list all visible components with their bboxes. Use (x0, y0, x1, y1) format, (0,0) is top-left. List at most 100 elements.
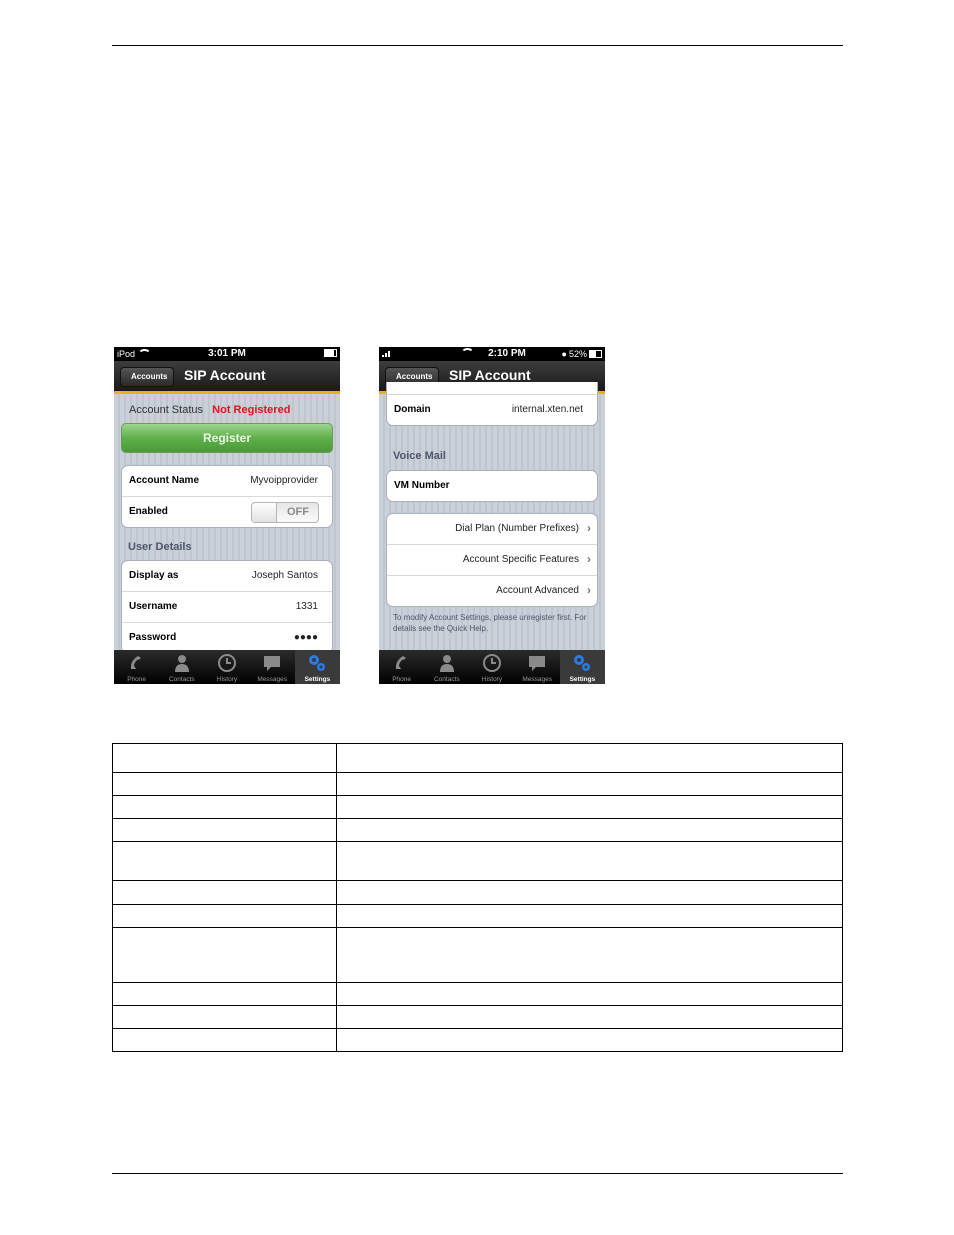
account-status-label: Account Status (129, 404, 203, 416)
password-row[interactable]: Password ●●●● (122, 623, 332, 653)
clock-icon (483, 654, 501, 672)
enabled-toggle[interactable]: OFF (251, 502, 319, 523)
settings-description-table (112, 743, 843, 1052)
screenshot-sip-account-1: iPod 3:01 PM Accounts SIP Account Accoun… (114, 347, 340, 684)
tab-phone[interactable]: Phone (379, 650, 424, 684)
account-status-value: Not Registered (212, 404, 291, 416)
table-cell-setting (112, 743, 337, 773)
lock-rotation-icon: ● (561, 349, 567, 359)
phone-icon (395, 656, 406, 669)
footer-rule (112, 1173, 843, 1174)
user-details-header: User Details (128, 541, 192, 553)
account-specific-features-item[interactable]: Account Specific Features › (387, 545, 597, 576)
domain-value: internal.xten.net (511, 404, 583, 415)
table-row (112, 772, 843, 796)
table-row (112, 927, 843, 983)
table-cell-setting (112, 818, 337, 842)
battery-icon (324, 349, 337, 357)
table-row (112, 841, 843, 881)
table-cell-description (336, 880, 843, 905)
status-bar: iPod 3:01 PM (114, 347, 340, 361)
table-row (112, 818, 843, 842)
chevron-right-icon: › (587, 552, 591, 566)
server-group: Domain internal.xten.net (386, 382, 598, 426)
table-cell-setting (112, 1028, 337, 1052)
status-bar: 2:10 PM ● 52% (379, 347, 605, 361)
wifi-icon (461, 348, 475, 359)
battery-percent: 52% (568, 349, 587, 359)
domain-row[interactable]: Domain internal.xten.net (387, 395, 597, 425)
unregister-footnote: To modify Account Settings, please unreg… (393, 613, 587, 633)
table-cell-setting (112, 880, 337, 905)
table-cell-description (336, 982, 843, 1006)
table-cell-description (336, 904, 843, 928)
table-row (112, 795, 843, 819)
enabled-row: Enabled OFF (122, 497, 332, 527)
table-cell-setting (112, 1005, 337, 1029)
gears-icon (309, 655, 326, 671)
accounts-back-button[interactable]: Accounts (120, 367, 175, 387)
table-cell-description (336, 927, 843, 983)
chevron-right-icon: › (587, 521, 591, 535)
account-advanced-item[interactable]: Account Advanced › (387, 576, 597, 606)
account-status: Account Status Not Registered (129, 404, 290, 416)
table-cell-description (336, 743, 843, 773)
vm-number-row[interactable]: VM Number (387, 471, 597, 501)
tab-settings[interactable]: Settings (294, 650, 340, 684)
dial-plan-item[interactable]: Dial Plan (Number Prefixes) › (387, 514, 597, 545)
gears-icon (574, 655, 591, 671)
table-cell-setting (112, 904, 337, 928)
tab-settings[interactable]: Settings (559, 650, 605, 684)
table-row (112, 904, 843, 928)
table-row (112, 1005, 843, 1029)
tab-bar: Phone Contacts History Messages Settings (114, 650, 340, 684)
account-group: Account Name Myvoipprovider Enabled OFF (121, 465, 333, 528)
display-as-row[interactable]: Display as Joseph Santos (122, 561, 332, 592)
tab-contacts[interactable]: Contacts (424, 650, 469, 684)
settings-nav-group: Dial Plan (Number Prefixes) › Account Sp… (386, 513, 598, 607)
phone-icon (130, 656, 141, 669)
contacts-icon (174, 655, 189, 672)
table-row (112, 743, 843, 773)
table-cell-description (336, 795, 843, 819)
table-cell-setting (112, 927, 337, 983)
table-cell-description (336, 1028, 843, 1052)
table-row (112, 982, 843, 1006)
table-cell-setting (112, 982, 337, 1006)
nav-bar: Accounts SIP Account (114, 361, 340, 394)
status-time: 3:01 PM (208, 348, 246, 359)
nav-title: SIP Account (449, 367, 531, 383)
table-cell-setting (112, 841, 337, 881)
tab-messages[interactable]: Messages (250, 650, 295, 684)
table-cell-setting (112, 772, 337, 796)
account-name-row[interactable]: Account Name Myvoipprovider (122, 466, 332, 497)
table-cell-description (336, 1005, 843, 1029)
user-details-group: Display as Joseph Santos Username 1331 P… (121, 560, 333, 654)
table-cell-description (336, 841, 843, 881)
register-button[interactable]: Register (121, 423, 333, 453)
chevron-right-icon: › (587, 583, 591, 597)
voice-mail-group: VM Number (386, 470, 598, 502)
table-cell-description (336, 818, 843, 842)
message-bubble-icon (264, 656, 281, 671)
username-row[interactable]: Username 1331 (122, 592, 332, 623)
contacts-icon (439, 655, 454, 672)
tab-bar: Phone Contacts History Messages Settings (379, 650, 605, 684)
header-rule (112, 45, 843, 46)
table-cell-description (336, 772, 843, 796)
table-cell-setting (112, 795, 337, 819)
message-bubble-icon (529, 656, 546, 671)
battery-icon (589, 350, 602, 358)
clock-icon (218, 654, 236, 672)
tab-contacts[interactable]: Contacts (159, 650, 204, 684)
tab-history[interactable]: History (469, 650, 514, 684)
tab-phone[interactable]: Phone (114, 650, 159, 684)
tab-messages[interactable]: Messages (515, 650, 560, 684)
voice-mail-header: Voice Mail (393, 450, 446, 462)
tab-history[interactable]: History (204, 650, 249, 684)
table-row (112, 1028, 843, 1052)
account-name-value: Myvoipprovider (250, 475, 318, 486)
nav-title: SIP Account (184, 367, 266, 383)
table-row (112, 880, 843, 905)
status-time: 2:10 PM (488, 348, 526, 359)
